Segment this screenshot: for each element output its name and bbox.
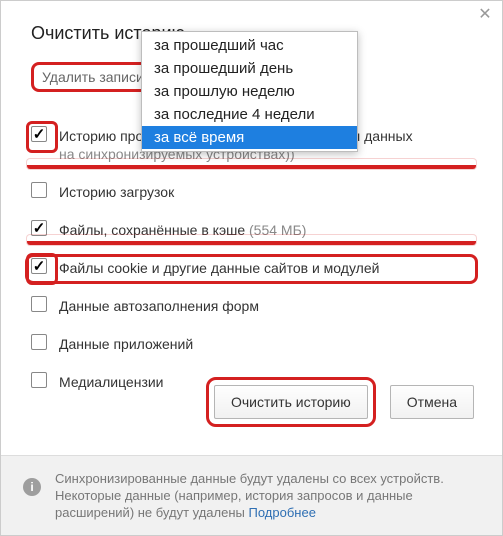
footer-note: i Синхронизированные данные будут удален… (1, 455, 502, 535)
option-label[interactable]: Данные автозаполнения форм (59, 298, 259, 314)
option-label[interactable]: Историю загрузок (59, 184, 174, 200)
button-row: Очистить историю Отмена (206, 377, 474, 427)
time-range-option[interactable]: за прошедший час (142, 34, 357, 57)
info-icon: i (23, 478, 41, 496)
delete-records-label: Удалить записи: (31, 62, 159, 92)
cancel-button[interactable]: Отмена (390, 385, 474, 419)
checkbox[interactable] (31, 182, 47, 198)
checkbox[interactable] (31, 296, 47, 312)
option-row: Историю загрузок (31, 178, 472, 206)
clear-button-highlight: Очистить историю (206, 377, 376, 427)
option-row: Файлы cookie и другие данные сайтов и мо… (31, 254, 472, 282)
clear-history-dialog: ✕ Очистить историю Удалить записи: Истор… (0, 0, 503, 536)
option-row: Данные автозаполнения форм (31, 292, 472, 320)
options-list: Историю просмотров (5 242 записи (не счи… (31, 122, 472, 390)
option-row: Файлы, сохранённые в кэше (554 МБ) (31, 216, 472, 244)
red-underline (27, 159, 476, 169)
time-range-option[interactable]: за прошлую неделю (142, 80, 357, 103)
option-label[interactable]: Медиалицензии (59, 374, 164, 390)
red-underline (27, 235, 476, 245)
checkbox[interactable] (31, 258, 47, 274)
time-range-option[interactable]: за всё время (142, 126, 357, 149)
time-range-dropdown[interactable]: за прошедший часза прошедший деньза прош… (141, 31, 358, 152)
footer-more-link[interactable]: Подробнее (249, 505, 316, 520)
footer-line3: расширений) не будут удалены (55, 505, 249, 520)
footer-line2: Некоторые данные (например, история запр… (55, 488, 413, 503)
footer-line1: Синхронизированные данные будут удалены … (55, 471, 444, 486)
time-range-option[interactable]: за последние 4 недели (142, 103, 357, 126)
option-row: Данные приложений (31, 330, 472, 358)
close-icon[interactable]: ✕ (476, 7, 494, 25)
option-label[interactable]: Файлы cookie и другие данные сайтов и мо… (59, 260, 379, 276)
clear-history-button[interactable]: Очистить историю (214, 385, 368, 419)
time-range-option[interactable]: за прошедший день (142, 57, 357, 80)
checkbox[interactable] (31, 372, 47, 388)
checkbox[interactable] (31, 334, 47, 350)
checkbox[interactable] (31, 126, 47, 142)
option-label[interactable]: Данные приложений (59, 336, 193, 352)
checkbox[interactable] (31, 220, 47, 236)
